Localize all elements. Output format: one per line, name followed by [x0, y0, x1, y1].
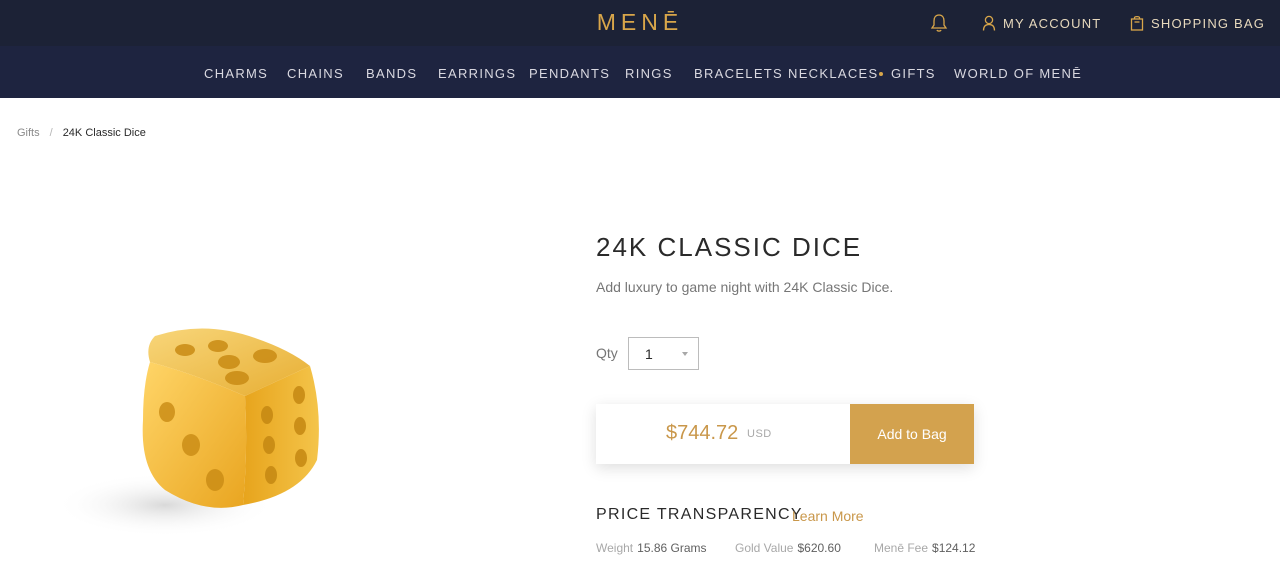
chevron-down-icon — [682, 352, 688, 356]
gold-value-amount: $620.60 — [797, 541, 841, 555]
mene-fee-metric: Menē Fee $124.12 — [874, 541, 975, 555]
my-account-label: MY ACCOUNT — [1003, 15, 1102, 31]
qty-value: 1 — [645, 346, 653, 362]
nav-item-gifts[interactable]: GIFTS — [891, 66, 936, 81]
price-currency: USD — [747, 428, 772, 440]
nav-item-bracelets[interactable]: BRACELETS — [694, 66, 783, 81]
user-icon — [982, 15, 996, 31]
nav-item-chains[interactable]: CHAINS — [287, 66, 344, 81]
product-image — [55, 328, 319, 537]
nav-item-pendants[interactable]: PENDANTS — [529, 66, 610, 81]
nav-item-necklaces[interactable]: NECKLACES — [788, 66, 878, 81]
mene-fee-amount: $124.12 — [932, 541, 976, 555]
shopping-bag-link[interactable]: SHOPPING BAG — [1130, 14, 1265, 32]
product-title: 24K CLASSIC DICE — [596, 232, 863, 262]
add-to-bag-button[interactable]: Add to Bag — [850, 404, 974, 464]
weight-metric: Weight 15.86 Grams — [596, 541, 707, 555]
logo-link[interactable]: MENĒ — [597, 9, 683, 35]
gold-value-label: Gold Value — [735, 541, 794, 555]
nav-item-world-of-mene[interactable]: WORLD OF MENĒ — [954, 66, 1082, 81]
nav-item-earrings[interactable]: EARRINGS — [438, 66, 516, 81]
shopping-bag-icon — [1130, 15, 1144, 31]
shopping-bag-label: SHOPPING BAG — [1151, 15, 1266, 31]
breadcrumb-current: 24K Classic Dice — [62, 127, 146, 139]
nav-item-charms[interactable]: CHARMS — [204, 66, 268, 81]
qty-select[interactable]: 1 — [628, 337, 699, 370]
breadcrumb: Gifts / 24K Classic Dice — [17, 127, 146, 139]
mene-fee-label: Menē Fee — [874, 541, 929, 555]
qty-label: Qty — [596, 345, 618, 361]
active-nav-indicator — [879, 72, 883, 76]
main-nav: CHARMS CHAINS BANDS EARRINGS PENDANTS RI… — [0, 46, 1280, 98]
price-transparency-title: PRICE TRANSPARENCY — [596, 506, 803, 523]
weight-value: 15.86 Grams — [637, 541, 707, 555]
bell-icon[interactable] — [930, 13, 948, 33]
learn-more-link[interactable]: Learn More — [792, 508, 864, 524]
breadcrumb-gifts-link[interactable]: Gifts — [17, 127, 40, 139]
nav-item-rings[interactable]: RINGS — [625, 66, 673, 81]
breadcrumb-separator: / — [49, 127, 53, 139]
product-price: $744.72 — [666, 422, 739, 444]
gold-value-metric: Gold Value $620.60 — [735, 541, 841, 555]
product-description: Add luxury to game night with 24K Classi… — [596, 279, 894, 295]
nav-item-bands[interactable]: BANDS — [366, 66, 417, 81]
my-account-link[interactable]: MY ACCOUNT — [982, 14, 1101, 32]
weight-label: Weight — [596, 541, 634, 555]
purchase-box: $744.72 USD Add to Bag — [596, 404, 974, 464]
